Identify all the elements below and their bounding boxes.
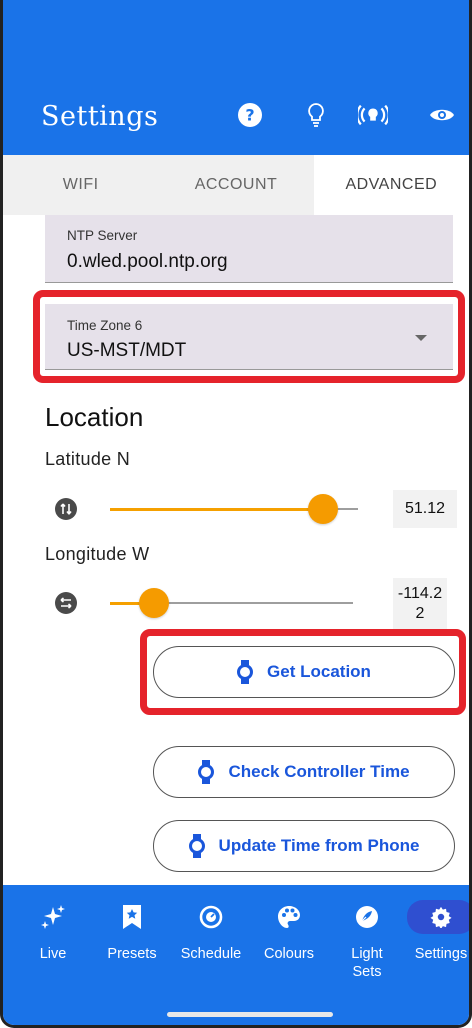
- help-icon[interactable]: ?: [235, 100, 265, 130]
- clock-icon: [197, 903, 225, 931]
- palette-icon: [275, 903, 303, 931]
- nav-live[interactable]: Live: [33, 903, 73, 963]
- ntp-server-value: 0.wled.pool.ntp.org: [67, 251, 228, 272]
- sparkles-icon: [39, 903, 67, 931]
- vertical-swap-icon: [55, 498, 77, 520]
- watch-icon: [188, 834, 205, 858]
- nav-light-sets[interactable]: Light Sets: [341, 903, 393, 981]
- nav-presets-label: Presets: [107, 946, 157, 962]
- lightbulb-icon[interactable]: [301, 100, 331, 130]
- longitude-slider[interactable]: [110, 588, 353, 618]
- latitude-slider[interactable]: [110, 494, 358, 524]
- longitude-slider-thumb[interactable]: [139, 588, 169, 618]
- app-header: Settings ?: [3, 0, 469, 155]
- latitude-value: 51.12: [393, 490, 457, 528]
- ntp-server-label: NTP Server: [67, 228, 138, 243]
- bookmark-star-icon: [118, 903, 146, 931]
- nav-schedule-label: Schedule: [180, 946, 242, 962]
- nav-presets[interactable]: Presets: [100, 903, 164, 963]
- gear-icon: [407, 900, 469, 934]
- update-time-from-phone-button[interactable]: Update Time from Phone: [153, 820, 455, 872]
- nav-colours[interactable]: Colours: [257, 903, 321, 963]
- nav-live-label: Live: [39, 946, 67, 962]
- svg-text:?: ?: [245, 106, 254, 125]
- nav-settings[interactable]: Settings: [407, 900, 469, 963]
- settings-tabs: WIFI ACCOUNT ADVANCED: [3, 155, 469, 215]
- tab-account[interactable]: ACCOUNT: [158, 155, 313, 215]
- check-controller-time-button[interactable]: Check Controller Time: [153, 746, 455, 798]
- bottom-navigation: Live Presets Schedule Colours Light Sets: [3, 885, 469, 1025]
- update-time-from-phone-label: Update Time from Phone: [218, 836, 420, 855]
- nav-schedule[interactable]: Schedule: [175, 903, 247, 963]
- tab-advanced[interactable]: ADVANCED: [313, 155, 469, 215]
- check-controller-time-label: Check Controller Time: [228, 762, 410, 781]
- highlight-get-location: [140, 629, 466, 715]
- home-indicator: [167, 1012, 333, 1017]
- light-sets-icon: [353, 903, 381, 931]
- longitude-value: -114.2 2: [393, 578, 447, 630]
- broadcast-icon[interactable]: [358, 100, 388, 130]
- location-heading: Location: [45, 402, 144, 432]
- highlight-timezone: [33, 290, 465, 383]
- nav-colours-label: Colours: [264, 946, 314, 962]
- horizontal-swap-icon: [55, 592, 77, 614]
- watch-icon: [198, 760, 215, 784]
- latitude-slider-fill: [110, 507, 323, 511]
- latitude-label: Latitude N: [45, 449, 131, 469]
- latitude-slider-thumb[interactable]: [308, 494, 338, 524]
- app-frame: Settings ? WIFI ACCOUNT ADVANCED NTP Ser…: [0, 0, 472, 1028]
- tab-wifi[interactable]: WIFI: [3, 155, 158, 215]
- page-title: Settings: [41, 101, 159, 132]
- nav-settings-label: Settings: [414, 946, 468, 962]
- nav-light-sets-label: Light Sets: [351, 946, 383, 980]
- eye-icon[interactable]: [427, 100, 457, 130]
- longitude-label: Longitude W: [45, 544, 150, 564]
- ntp-server-field[interactable]: NTP Server 0.wled.pool.ntp.org: [45, 215, 453, 283]
